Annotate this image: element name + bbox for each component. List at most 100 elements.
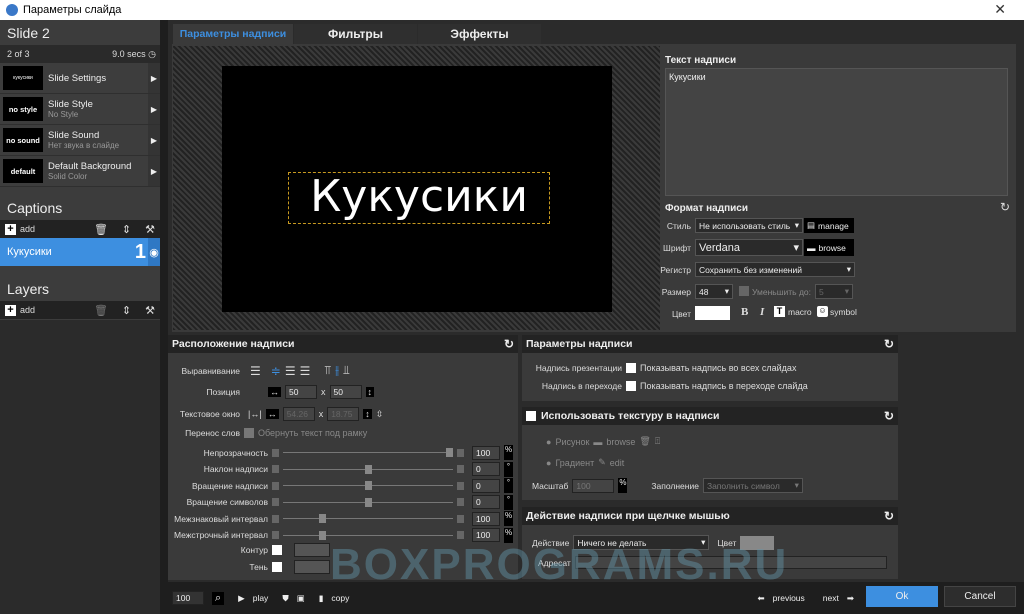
slider-value-input[interactable]: 100 — [472, 445, 500, 460]
cancel-button[interactable]: Cancel — [944, 586, 1016, 607]
next-button[interactable]: next — [823, 593, 839, 603]
transition-checkbox[interactable] — [626, 381, 636, 391]
sidebar-item-background[interactable]: default Default Background Solid Color ▶ — [0, 156, 160, 187]
zoom-input[interactable]: 100 — [172, 591, 204, 605]
slider-track[interactable] — [283, 481, 453, 490]
ok-button[interactable]: Ok — [866, 586, 938, 607]
tab-effects[interactable]: Эффекты — [418, 24, 541, 44]
align-top-icon[interactable]: ⫪ — [324, 363, 331, 378]
slider-handle[interactable] — [364, 481, 372, 490]
outline-checkbox[interactable] — [272, 545, 282, 555]
reset-icon[interactable]: ↻ — [504, 337, 514, 351]
size-select[interactable]: 48 ▾ — [695, 284, 733, 299]
slider-decrement[interactable] — [272, 448, 279, 457]
position-x-input[interactable]: 50 — [285, 385, 317, 399]
arrow-left-icon[interactable]: ⬅ — [758, 593, 765, 604]
reset-icon[interactable]: ↻ — [1000, 200, 1010, 214]
slider-value-input[interactable]: 0 — [472, 462, 500, 476]
align-left-icon[interactable]: ☰ — [250, 364, 267, 378]
align-justify-icon[interactable]: ☰ — [300, 364, 311, 378]
slider-decrement[interactable] — [272, 514, 279, 523]
add-icon[interactable]: + — [5, 304, 16, 316]
reorder-icon[interactable]: ⇕ — [122, 223, 131, 236]
sidebar-item-slide-settings[interactable]: кукусики Slide Settings ▶ — [0, 63, 160, 94]
caption-preview[interactable]: Кукусики — [288, 172, 550, 224]
slider-increment[interactable] — [457, 465, 464, 473]
caption-item[interactable]: Кукусики 1 ◉ — [0, 238, 160, 266]
slide-duration[interactable]: 9.0 secs ◷ — [112, 49, 156, 60]
chevron-right-icon[interactable]: ▶ — [148, 125, 160, 155]
chevron-right-icon[interactable]: ▶ — [148, 63, 160, 93]
clipboard-icon[interactable]: ▮ — [319, 593, 324, 604]
outline-color[interactable] — [294, 543, 330, 557]
add-layer-button[interactable]: add — [20, 305, 35, 315]
font-select[interactable]: Verdana ▾ — [695, 239, 803, 256]
fit-width-icon[interactable]: |↔| — [248, 409, 262, 419]
slider-decrement[interactable] — [272, 498, 279, 506]
slider-handle[interactable] — [364, 464, 372, 474]
reorder-icon[interactable]: ⇕ — [122, 304, 131, 317]
align-right-icon[interactable]: ☰ — [285, 364, 296, 378]
tools-icon[interactable]: ⚒ — [145, 304, 155, 317]
slider-handle[interactable] — [446, 448, 453, 457]
tab-filters[interactable]: Фильтры — [294, 24, 417, 44]
browse-font-button[interactable]: ▬ browse — [804, 239, 854, 256]
reset-icon[interactable]: ↻ — [884, 337, 894, 351]
shadow-checkbox[interactable] — [272, 562, 282, 572]
symbol-button[interactable]: symbol — [830, 307, 857, 317]
color-swatch[interactable] — [695, 306, 730, 320]
slider-value-input[interactable]: 0 — [472, 495, 500, 509]
reset-icon[interactable]: ↻ — [884, 509, 894, 523]
play-icon[interactable]: ▶ — [238, 593, 245, 604]
align-bottom-icon[interactable]: ⫫ — [343, 363, 350, 378]
trash-icon[interactable]: 🗑 — [94, 223, 108, 236]
texture-checkbox[interactable] — [526, 411, 536, 421]
tab-caption-params[interactable]: Параметры надписи — [173, 24, 293, 44]
slider-decrement[interactable] — [272, 481, 279, 490]
sidebar-item-slide-style[interactable]: no style Slide Style No Style ▶ — [0, 94, 160, 125]
slider-increment[interactable] — [457, 498, 464, 506]
slider-value-input[interactable]: 100 — [472, 511, 500, 526]
slider-value-input[interactable]: 0 — [472, 478, 500, 493]
slider-increment[interactable] — [457, 481, 464, 490]
slider-increment[interactable] — [457, 514, 464, 523]
macro-button[interactable]: macro — [788, 307, 812, 317]
arrow-right-icon[interactable]: ➡ — [847, 593, 854, 604]
bold-button[interactable]: B — [741, 306, 748, 318]
add-icon[interactable]: + — [5, 223, 16, 235]
align-middle-icon[interactable]: ⫲ — [335, 363, 339, 378]
window-icon[interactable]: ▣ — [297, 593, 305, 604]
shadow-color[interactable] — [294, 560, 330, 574]
slider-track[interactable] — [283, 448, 453, 457]
sidebar-item-slide-sound[interactable]: no sound Slide Sound Нет звука в слайде ▶ — [0, 125, 160, 156]
manage-button[interactable]: ▤ manage — [804, 218, 854, 233]
caption-text-input[interactable]: Кукусики — [665, 68, 1008, 196]
slider-decrement[interactable] — [272, 531, 279, 539]
case-select[interactable]: Сохранить без изменений ▾ — [695, 262, 855, 277]
reset-icon[interactable]: ↻ — [884, 409, 894, 423]
position-y-input[interactable]: 50 — [329, 385, 362, 399]
slider-track[interactable] — [283, 464, 453, 474]
slider-increment[interactable] — [457, 448, 464, 457]
style-select[interactable]: Не использовать стиль ▾ — [695, 218, 803, 233]
close-icon[interactable]: ✕ — [994, 1, 1006, 18]
slider-increment[interactable] — [457, 531, 464, 539]
align-center-icon[interactable]: ≑ — [271, 364, 281, 378]
add-caption-button[interactable]: add — [20, 224, 35, 234]
slider-handle[interactable] — [364, 497, 372, 507]
search-icon[interactable]: ⌕ — [212, 591, 225, 605]
copy-button[interactable]: copy — [331, 593, 349, 603]
tools-icon[interactable]: ⚒ — [145, 223, 155, 236]
italic-button[interactable]: I — [760, 306, 764, 318]
shrink-checkbox[interactable] — [739, 286, 749, 296]
slider-decrement[interactable] — [272, 465, 279, 473]
slider-track[interactable] — [283, 497, 453, 507]
slider-handle[interactable] — [318, 514, 326, 523]
eye-icon[interactable]: ◉ — [148, 238, 160, 266]
chevron-right-icon[interactable]: ▶ — [148, 94, 160, 124]
slider-track[interactable] — [283, 514, 453, 523]
slider-track[interactable] — [283, 530, 453, 540]
play-button[interactable]: play — [253, 593, 269, 603]
previous-button[interactable]: previous — [773, 593, 805, 603]
text-icon[interactable]: T — [774, 306, 785, 317]
